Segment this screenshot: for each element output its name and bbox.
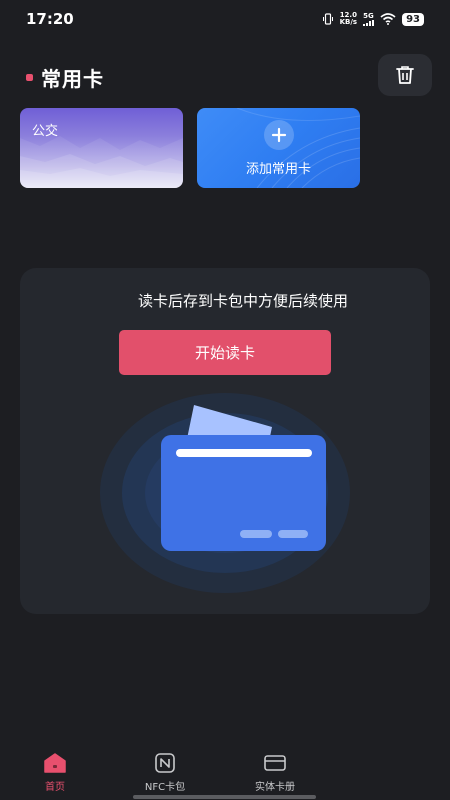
card-reader-illustration [100, 393, 350, 593]
status-bar: 17:20 12.0 KB/s 5G 93 [0, 0, 450, 38]
signal-bars-icon [363, 19, 375, 26]
status-icons: 12.0 KB/s 5G 93 [322, 12, 424, 26]
tab-nfc-wallet[interactable]: NFC卡包 [110, 744, 220, 800]
bus-card[interactable]: 公交 [20, 108, 183, 188]
vibrate-icon [322, 13, 333, 25]
read-hint: 读卡后存到卡包中方便后续使用 [137, 292, 348, 310]
tab-home-label: 首页 [45, 782, 65, 793]
section-title: 常用卡 [41, 66, 104, 91]
home-icon [43, 752, 67, 774]
net-speed-unit: KB/s [339, 18, 358, 26]
wifi-icon [380, 13, 396, 25]
network-type: 5G [363, 11, 374, 20]
net-speed: 12.0 KB/s [340, 12, 357, 26]
read-card-panel: 读卡后存到卡包中方便后续使用 开始读卡 [20, 268, 430, 614]
bottom-tab-bar: 首页 NFC卡包 实体卡册 [0, 744, 450, 800]
nfc-icon [154, 752, 176, 774]
section-header: 常用卡 [26, 58, 432, 96]
plus-icon [263, 120, 294, 150]
card-icon [263, 752, 287, 774]
tab-nfc-wallet-label: NFC卡包 [144, 782, 186, 793]
cell-signal: 5G [363, 11, 375, 26]
home-indicator [133, 795, 316, 799]
tab-physical-cards[interactable]: 实体卡册 [220, 744, 330, 800]
tab-physical-cards-label: 实体卡册 [255, 782, 295, 793]
delete-button[interactable] [378, 54, 432, 96]
start-read-button[interactable]: 开始读卡 [119, 330, 331, 375]
title-dot [26, 73, 33, 81]
battery-indicator: 93 [402, 12, 424, 26]
tab-home[interactable]: 首页 [0, 744, 110, 800]
add-card-button[interactable]: 添加常用卡 [197, 108, 360, 188]
status-time: 17:20 [26, 10, 74, 28]
add-card-label: 添加常用卡 [245, 162, 311, 177]
bus-card-label: 公交 [32, 124, 59, 139]
trash-icon [396, 66, 414, 84]
